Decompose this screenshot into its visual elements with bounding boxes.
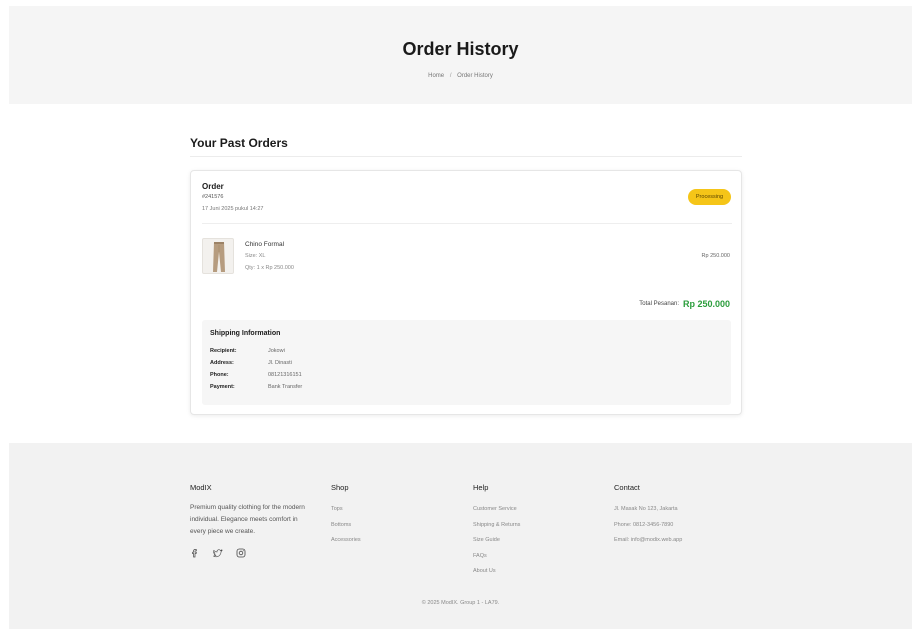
- section-divider: [190, 156, 742, 157]
- site-footer: ModIX Premium quality clothing for the m…: [9, 443, 912, 629]
- breadcrumb-separator: /: [449, 73, 452, 79]
- product-quantity: Qty: 1 x Rp 250.000: [245, 265, 294, 271]
- footer-link-bottoms[interactable]: Bottoms: [331, 518, 361, 534]
- footer-shop-title: Shop: [331, 483, 349, 492]
- footer-link-faqs[interactable]: FAQs: [473, 549, 520, 565]
- footer-copyright: © 2025 ModIX. Group 1 - LA79.: [421, 600, 500, 606]
- section-title: Your Past Orders: [190, 136, 288, 150]
- footer-contact-address: Jl. Masak No 123, Jakarta: [614, 506, 678, 512]
- product-size: Size: XL: [245, 253, 266, 259]
- footer-shop-column: Shop Tops Bottoms Accessories: [331, 483, 361, 549]
- shipping-row-key: Address:: [210, 360, 234, 366]
- footer-link-size-guide[interactable]: Size Guide: [473, 533, 520, 549]
- shipping-row-key: Recipient:: [210, 348, 237, 354]
- order-card: Order #241576 17 Juni 2025 pukul 14:27 P…: [190, 170, 742, 415]
- footer-link-about-us[interactable]: About Us: [473, 564, 520, 580]
- shipping-row-value: 08121316151: [268, 372, 302, 378]
- shipping-row-value: Bank Transfer: [268, 384, 303, 390]
- footer-link-customer-service[interactable]: Customer Service: [473, 502, 520, 518]
- footer-link-tops[interactable]: Tops: [331, 502, 361, 518]
- footer-link-shipping-returns[interactable]: Shipping & Returns: [473, 518, 520, 534]
- breadcrumb: Home / Order History: [9, 73, 912, 79]
- shipping-row-key: Phone:: [210, 372, 229, 378]
- order-label: Order: [202, 182, 224, 191]
- product-name: Chino Formal: [245, 241, 285, 248]
- footer-contact-column: Contact Jl. Masak No 123, Jakarta Phone:…: [614, 483, 682, 549]
- breadcrumb-current: Order History: [457, 73, 493, 79]
- footer-brand-description: Premium quality clothing for the modern …: [190, 504, 305, 535]
- footer-help-title: Help: [473, 483, 489, 492]
- shipping-row-key: Payment:: [210, 384, 235, 390]
- product-price: Rp 250.000: [701, 253, 730, 259]
- order-id: #241576: [202, 194, 224, 200]
- shipping-info-title: Shipping Information: [210, 330, 281, 337]
- page-header: Order History Home / Order History: [9, 6, 912, 104]
- footer-contact-email: Email: info@modix.web.app: [614, 537, 683, 543]
- shipping-row-value: Jl. Dinasti: [268, 360, 292, 366]
- product-thumbnail: [202, 238, 234, 274]
- order-total-label: Total Pesanan:: [639, 301, 679, 307]
- status-badge: Processing: [688, 189, 731, 205]
- instagram-icon[interactable]: [236, 548, 246, 558]
- twitter-icon[interactable]: [213, 548, 223, 558]
- footer-help-column: Help Customer Service Shipping & Returns…: [473, 483, 520, 580]
- pants-image: [213, 242, 225, 272]
- social-links: [190, 548, 308, 558]
- shipping-info-panel: Shipping Information Recipient: Jokowi A…: [202, 320, 731, 405]
- order-date: 17 Juni 2025 pukul 14:27: [202, 206, 264, 212]
- page-title: Order History: [402, 39, 519, 59]
- footer-link-accessories[interactable]: Accessories: [331, 533, 361, 549]
- footer-contact-phone: Phone: 0812-3456-7890: [614, 521, 674, 528]
- order-total-value: Rp 250.000: [682, 299, 730, 309]
- footer-brand-column: ModIX Premium quality clothing for the m…: [190, 483, 308, 558]
- facebook-icon[interactable]: [190, 548, 200, 558]
- breadcrumb-home-link[interactable]: Home: [428, 73, 444, 79]
- footer-contact-title: Contact: [614, 483, 640, 492]
- shipping-row-value: Jokowi: [268, 348, 285, 354]
- footer-brand-title: ModIX: [190, 483, 212, 492]
- order-header-divider: [202, 223, 732, 224]
